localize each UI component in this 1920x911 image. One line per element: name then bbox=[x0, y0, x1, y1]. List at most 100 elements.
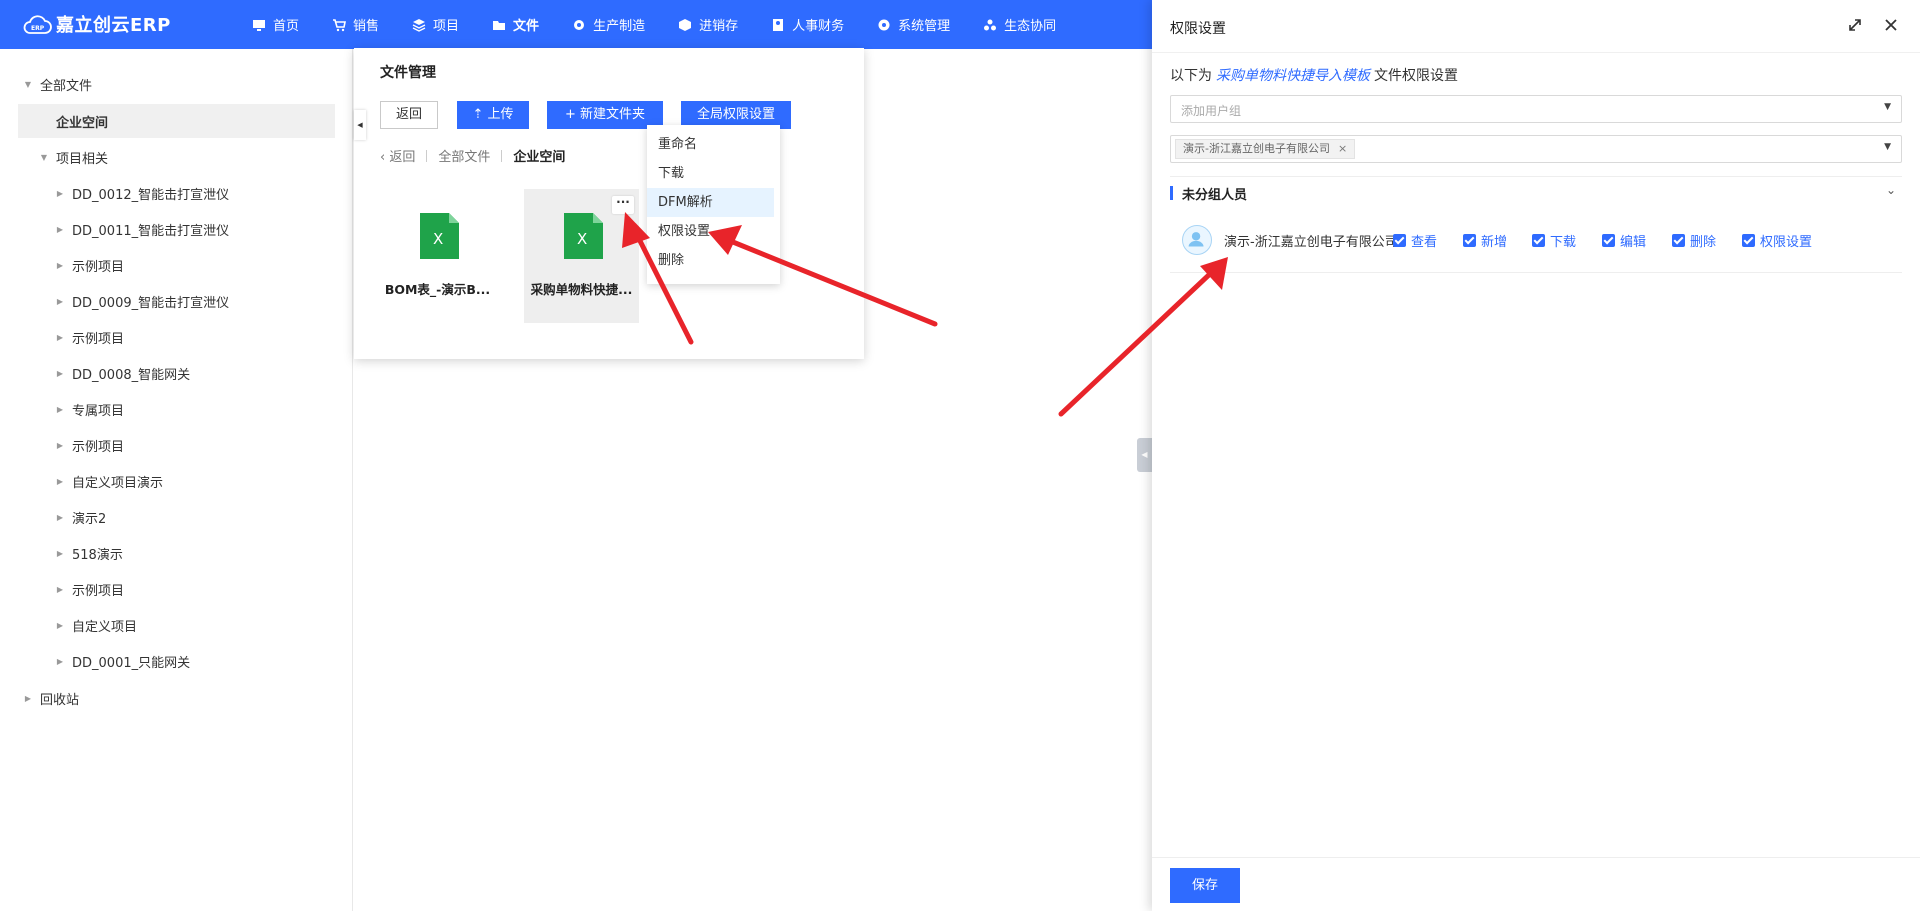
tree-node-project[interactable]: ▶ DD_0012_智能击打宣泄仪 bbox=[54, 176, 229, 210]
perm-view-checkbox[interactable]: 查看 bbox=[1393, 231, 1437, 250]
perm-label: 权限设置 bbox=[1760, 235, 1813, 250]
tree-node-project[interactable]: ▶ DD_0009_智能击打宣泄仪 bbox=[54, 284, 229, 318]
upload-icon: ⇡ bbox=[472, 107, 488, 122]
tree-node-project[interactable]: ▶ 示例项目 bbox=[54, 428, 124, 462]
caret-left-icon: ◀ bbox=[1141, 450, 1148, 459]
caret-right-icon[interactable]: ▶ bbox=[54, 369, 66, 378]
monitor-icon bbox=[253, 19, 265, 31]
nav-hr-finance[interactable]: 人事财务 bbox=[771, 15, 844, 34]
breadcrumb-all-files[interactable]: 全部文件 bbox=[438, 146, 490, 165]
nav-label: 销售 bbox=[353, 19, 380, 34]
tree-label: 示例项目 bbox=[72, 583, 125, 599]
more-options-button[interactable]: ··· bbox=[612, 196, 634, 214]
menu-delete[interactable]: 删除 bbox=[647, 246, 774, 275]
company-select[interactable]: 演示-浙江嘉立创电子有限公司 × ▼ bbox=[1170, 135, 1902, 163]
tree-node-project[interactable]: ▶ 自定义项目 bbox=[54, 608, 137, 642]
tree-node-project[interactable]: ▶ 示例项目 bbox=[54, 248, 124, 282]
caret-right-icon[interactable]: ▶ bbox=[54, 621, 66, 630]
perm-label: 新增 bbox=[1481, 235, 1508, 250]
caret-right-icon[interactable]: ▶ bbox=[54, 189, 66, 198]
caret-right-icon[interactable]: ▶ bbox=[54, 657, 66, 666]
caret-down-icon[interactable]: ▼ bbox=[38, 153, 50, 162]
upload-button[interactable]: ⇡ 上传 bbox=[457, 101, 529, 129]
perm-delete-checkbox[interactable]: 删除 bbox=[1672, 231, 1716, 250]
caret-left-icon: ◀ bbox=[357, 121, 363, 129]
menu-download[interactable]: 下载 bbox=[647, 159, 774, 188]
nav-system[interactable]: 系统管理 bbox=[877, 15, 950, 34]
caret-right-icon[interactable]: ▶ bbox=[54, 297, 66, 306]
layers-icon bbox=[412, 18, 426, 32]
caret-right-icon[interactable]: ▶ bbox=[54, 225, 66, 234]
excel-file-icon: X bbox=[564, 213, 603, 259]
intro-file-name: 采购单物料快捷导入模板 bbox=[1216, 68, 1370, 84]
tree-node-project[interactable]: ▶ 自定义项目演示 bbox=[54, 464, 163, 498]
main-nav: 首页 销售 项目 文件 生产制造 进销存 人事财务 系统管理 生态协同 bbox=[252, 0, 1089, 49]
gear-icon bbox=[574, 19, 585, 30]
tree-label: DD_0012_智能击打宣泄仪 bbox=[72, 187, 230, 203]
avatar bbox=[1182, 225, 1212, 255]
caret-right-icon[interactable]: ▶ bbox=[54, 477, 66, 486]
checkbox-checked-icon bbox=[1742, 234, 1755, 247]
caret-right-icon[interactable]: ▶ bbox=[54, 441, 66, 450]
caret-right-icon[interactable]: ▶ bbox=[54, 585, 66, 594]
tree-node-project[interactable]: ▶ 专属项目 bbox=[54, 392, 124, 426]
save-button[interactable]: 保存 bbox=[1170, 868, 1240, 903]
nav-files[interactable]: 文件 bbox=[492, 15, 539, 34]
tree-node-project[interactable]: ▶ 示例项目 bbox=[54, 572, 124, 606]
add-user-group-select[interactable]: 添加用户组 ▼ bbox=[1170, 95, 1902, 123]
caret-right-icon[interactable]: ▶ bbox=[54, 513, 66, 522]
tree-node-projects-group[interactable]: ▼ 项目相关 bbox=[38, 140, 108, 174]
caret-right-icon[interactable]: ▶ bbox=[54, 333, 66, 342]
menu-dfm-analysis[interactable]: DFM解析 bbox=[647, 188, 774, 217]
cart-icon bbox=[333, 18, 346, 31]
tree-node-project[interactable]: ▶ 示例项目 bbox=[54, 320, 124, 354]
tag-close-icon[interactable]: × bbox=[1338, 142, 1347, 155]
tree-label: 示例项目 bbox=[72, 259, 125, 275]
tree-node-recycle[interactable]: ▶ 回收站 bbox=[22, 681, 79, 715]
menu-permission-settings[interactable]: 权限设置 bbox=[647, 217, 774, 246]
nav-label: 文件 bbox=[513, 19, 540, 34]
tree-node-project[interactable]: ▶ DD_0011_智能击打宣泄仪 bbox=[54, 212, 229, 246]
drawer-handle[interactable]: ◀ bbox=[1137, 438, 1152, 472]
nav-sales[interactable]: 销售 bbox=[332, 15, 379, 34]
tree-label: 回收站 bbox=[40, 692, 80, 708]
perm-add-checkbox[interactable]: 新增 bbox=[1463, 231, 1507, 250]
nav-projects[interactable]: 项目 bbox=[412, 15, 459, 34]
tree-label: DD_0009_智能击打宣泄仪 bbox=[72, 295, 230, 311]
file-card-bom[interactable]: X BOM表_-演示B... bbox=[380, 189, 495, 323]
svg-text:X: X bbox=[577, 230, 587, 248]
tree-node-project[interactable]: ▶ 演示2 bbox=[54, 500, 106, 534]
tree-node-project[interactable]: ▶ DD_0001_只能网关 bbox=[54, 644, 190, 678]
tree-label: DD_0001_只能网关 bbox=[72, 655, 191, 671]
close-icon[interactable] bbox=[1882, 16, 1900, 34]
nav-ecosystem[interactable]: 生态协同 bbox=[983, 15, 1056, 34]
svg-text:ERP: ERP bbox=[31, 25, 45, 32]
nav-manufacturing[interactable]: 生产制造 bbox=[572, 15, 645, 34]
app-logo[interactable]: ERP 嘉立创云ERP bbox=[22, 11, 171, 37]
file-name: 采购单物料快捷... bbox=[530, 282, 633, 297]
expand-icon[interactable] bbox=[1846, 16, 1864, 34]
nav-label: 人事财务 bbox=[792, 19, 845, 34]
caret-right-icon[interactable]: ▶ bbox=[22, 694, 34, 703]
permission-drawer: 权限设置 以下为 采购单物料快捷导入模板 文件权限设置 添加用户组 ▼ 演示-浙江嘉… bbox=[1152, 0, 1920, 911]
caret-down-icon[interactable]: ▼ bbox=[22, 80, 34, 89]
chevron-down-icon[interactable]: ⌄ bbox=[1886, 183, 1896, 197]
perm-permission-settings-checkbox[interactable]: 权限设置 bbox=[1742, 231, 1812, 250]
back-button[interactable]: 返回 bbox=[380, 101, 438, 129]
menu-rename[interactable]: 重命名 bbox=[647, 130, 774, 159]
caret-right-icon[interactable]: ▶ bbox=[54, 261, 66, 270]
breadcrumb-back[interactable]: ‹ 返回 bbox=[380, 146, 415, 165]
new-folder-button[interactable]: + 新建文件夹 bbox=[547, 101, 663, 129]
nav-home[interactable]: 首页 bbox=[252, 15, 299, 34]
tree-node-enterprise[interactable]: 企业空间 bbox=[18, 104, 335, 138]
perm-download-checkbox[interactable]: 下载 bbox=[1532, 231, 1576, 250]
caret-right-icon[interactable]: ▶ bbox=[54, 405, 66, 414]
tree-node-project[interactable]: ▶ DD_0008_智能网关 bbox=[54, 356, 190, 390]
perm-edit-checkbox[interactable]: 编辑 bbox=[1602, 231, 1646, 250]
caret-right-icon[interactable]: ▶ bbox=[54, 549, 66, 558]
tree-node-project[interactable]: ▶ 518演示 bbox=[54, 536, 123, 570]
ungrouped-section-header[interactable]: 未分组人员 ⌄ bbox=[1170, 176, 1902, 206]
nav-inventory[interactable]: 进销存 bbox=[678, 15, 738, 34]
collapse-panel-tab[interactable]: ◀ bbox=[354, 110, 366, 140]
tree-node-root[interactable]: ▼ 全部文件 bbox=[22, 67, 92, 101]
